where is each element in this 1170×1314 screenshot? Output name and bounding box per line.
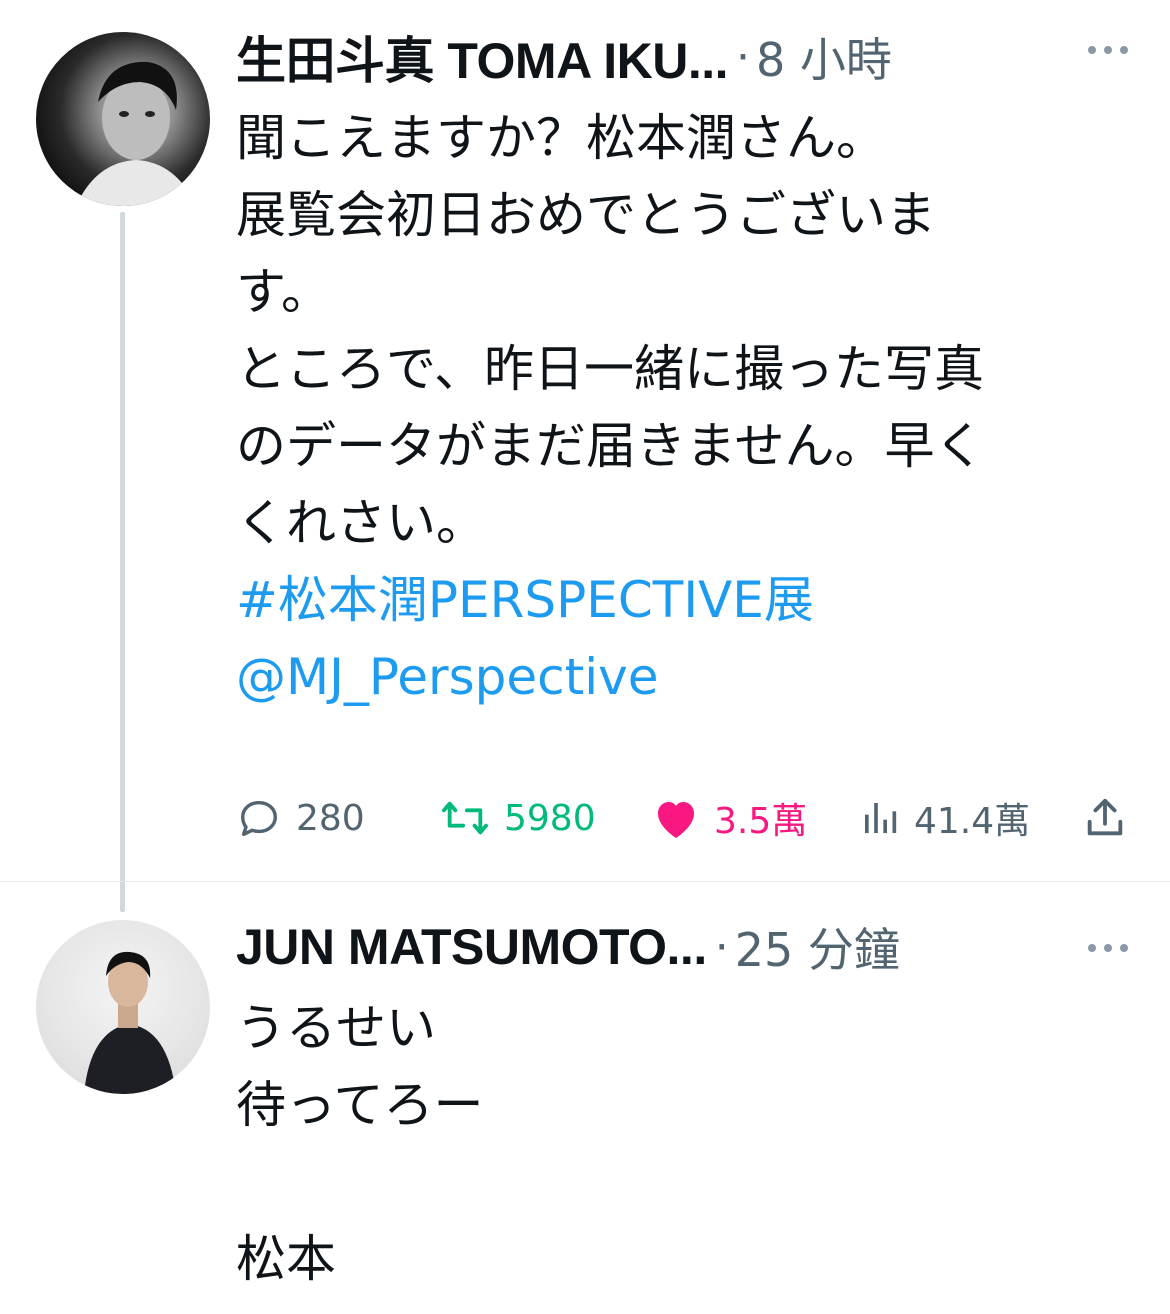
- display-name[interactable]: JUN MATSUMOTO...: [236, 918, 707, 976]
- tweet-text-line: 待ってろー: [236, 1076, 484, 1134]
- tweet-text-line: 聞こえますか？松本潤さん。: [236, 109, 886, 167]
- like-count: 3.5萬: [714, 801, 808, 842]
- more-dots-icon[interactable]: [1086, 938, 1130, 958]
- tweet-content: JUN MATSUMOTO... · 25 分鐘 うるせい 待ってろー 松本: [236, 908, 1134, 1298]
- heart-icon: [658, 802, 694, 838]
- display-name[interactable]: 生田斗真 TOMA IKU...: [236, 21, 729, 93]
- timestamp[interactable]: 25 分鐘: [735, 914, 900, 980]
- views-count: 41.4萬: [914, 801, 1031, 842]
- profile-photo: [84, 951, 176, 1094]
- tweet[interactable]: JUN MATSUMOTO... · 25 分鐘 うるせい 待ってろー 松本: [0, 882, 1170, 1314]
- profile-photo: [76, 61, 196, 206]
- share-button[interactable]: [1082, 788, 1128, 848]
- retweet-button[interactable]: 5980: [440, 788, 596, 848]
- tweet-text-line: のデータがまだ届きません。早く: [236, 417, 985, 475]
- separator-dot: ·: [736, 31, 750, 83]
- tweet-text-line: [236, 1144, 1136, 1221]
- tweet-text-line: くれさい。: [236, 494, 486, 552]
- more-dots-icon[interactable]: [1086, 40, 1130, 60]
- tweet-text-line: うるせい: [236, 999, 436, 1057]
- tweet-actions: 280 5980 3.5萬 41.4萬: [236, 788, 1134, 848]
- hashtag-link[interactable]: #松本潤PERSPECTIVE展: [236, 562, 1136, 639]
- separator-dot: ·: [714, 921, 729, 973]
- tweet-text-line: ところで、昨日一緒に撮った写真: [236, 340, 984, 398]
- like-button[interactable]: 3.5萬: [652, 788, 807, 848]
- tweet-header: JUN MATSUMOTO... · 25 分鐘: [236, 908, 1134, 986]
- retweet-count: 5980: [504, 797, 596, 839]
- reply-count: 280: [296, 797, 365, 839]
- retweet-icon: [441, 801, 488, 835]
- tweet-header: 生田斗真 TOMA IKU... · 8 小時: [236, 18, 1134, 96]
- tweet-text-line: 松本: [236, 1230, 336, 1288]
- tweet-text-line: す。: [236, 263, 331, 321]
- bar-chart-icon: [865, 803, 897, 833]
- tweet-text-line: 展覧会初日おめでとうございま: [236, 186, 936, 244]
- reply-bubble-icon: [240, 800, 278, 837]
- reply-button[interactable]: 280: [236, 788, 365, 848]
- mention-link[interactable]: @MJ_Perspective: [236, 639, 1136, 716]
- tweet-text: 聞こえますか？松本潤さん。 展覧会初日おめでとうございま す。 ところで、昨日一…: [236, 100, 1136, 716]
- views-button[interactable]: 41.4萬: [860, 788, 1030, 848]
- timestamp[interactable]: 8 小時: [756, 24, 892, 90]
- avatar[interactable]: [36, 920, 210, 1094]
- tweet-text: うるせい 待ってろー 松本: [236, 990, 1136, 1298]
- thread-line: [120, 212, 125, 912]
- share-icon: [1087, 798, 1123, 836]
- avatar[interactable]: [36, 32, 210, 206]
- tweet-content: 生田斗真 TOMA IKU... · 8 小時 聞こえますか？松本潤さん。 展覧…: [236, 18, 1134, 716]
- tweet[interactable]: 生田斗真 TOMA IKU... · 8 小時 聞こえますか？松本潤さん。 展覧…: [0, 0, 1170, 912]
